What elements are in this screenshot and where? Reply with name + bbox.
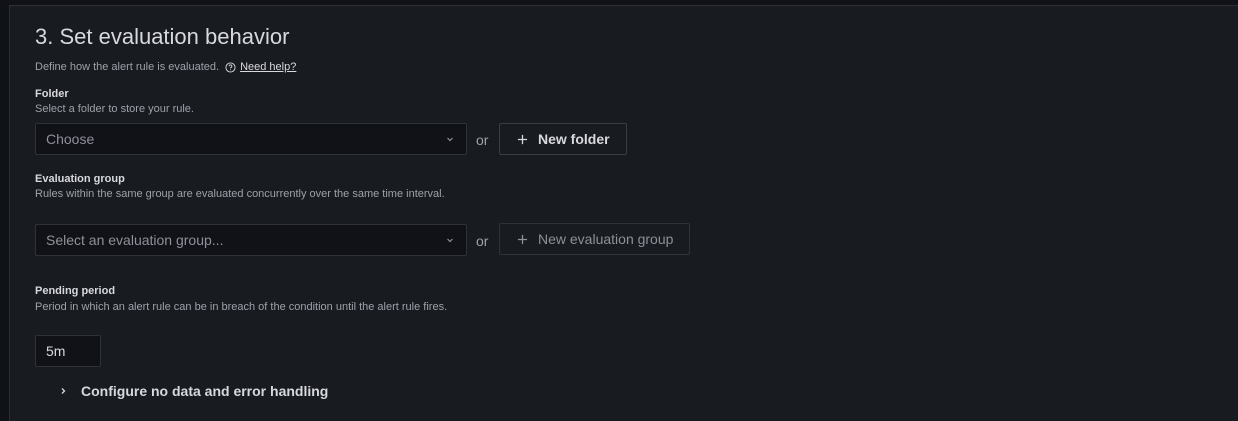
no-data-error-handling-toggle[interactable]: Configure no data and error handling [57,383,328,399]
chevron-right-icon [57,385,69,397]
evaluation-group-select[interactable]: Select an evaluation group... [35,224,467,256]
section-description-text: Define how the alert rule is evaluated. [35,61,220,73]
new-evaluation-group-button-label: New evaluation group [538,231,674,247]
evaluation-group-description: Rules within the same group are evaluate… [35,188,445,200]
pending-period-label: Pending period [35,285,116,297]
section-title: 3. Set evaluation behavior [35,24,290,49]
new-folder-button-label: New folder [538,131,610,147]
evaluation-group-label: Evaluation group [35,173,125,185]
plus-icon [516,233,528,245]
folder-or-text: or [476,132,489,148]
help-circle-icon [225,61,236,73]
folder-label: Folder [35,88,69,100]
folder-select[interactable]: Choose [35,123,467,155]
chevron-down-icon [444,133,456,145]
folder-select-placeholder: Choose [46,131,95,147]
evaluation-group-select-placeholder: Select an evaluation group... [46,232,224,248]
plus-icon [516,133,528,145]
pending-period-input[interactable] [35,335,101,367]
new-evaluation-group-button[interactable]: New evaluation group [499,223,691,255]
section-description: Define how the alert rule is evaluated. … [35,61,296,73]
pending-period-description: Period in which an alert rule can be in … [35,301,448,313]
new-folder-button[interactable]: New folder [499,123,627,155]
evaluation-group-or-text: or [476,233,489,249]
chevron-down-icon [444,234,456,246]
panel-content: 3. Set evaluation behavior Define how th… [35,6,1238,421]
need-help-link[interactable]: Need help? [240,61,296,73]
no-data-error-handling-label: Configure no data and error handling [81,383,329,399]
folder-description: Select a folder to store your rule. [35,103,194,115]
evaluation-behavior-panel: 3. Set evaluation behavior Define how th… [9,5,1238,421]
